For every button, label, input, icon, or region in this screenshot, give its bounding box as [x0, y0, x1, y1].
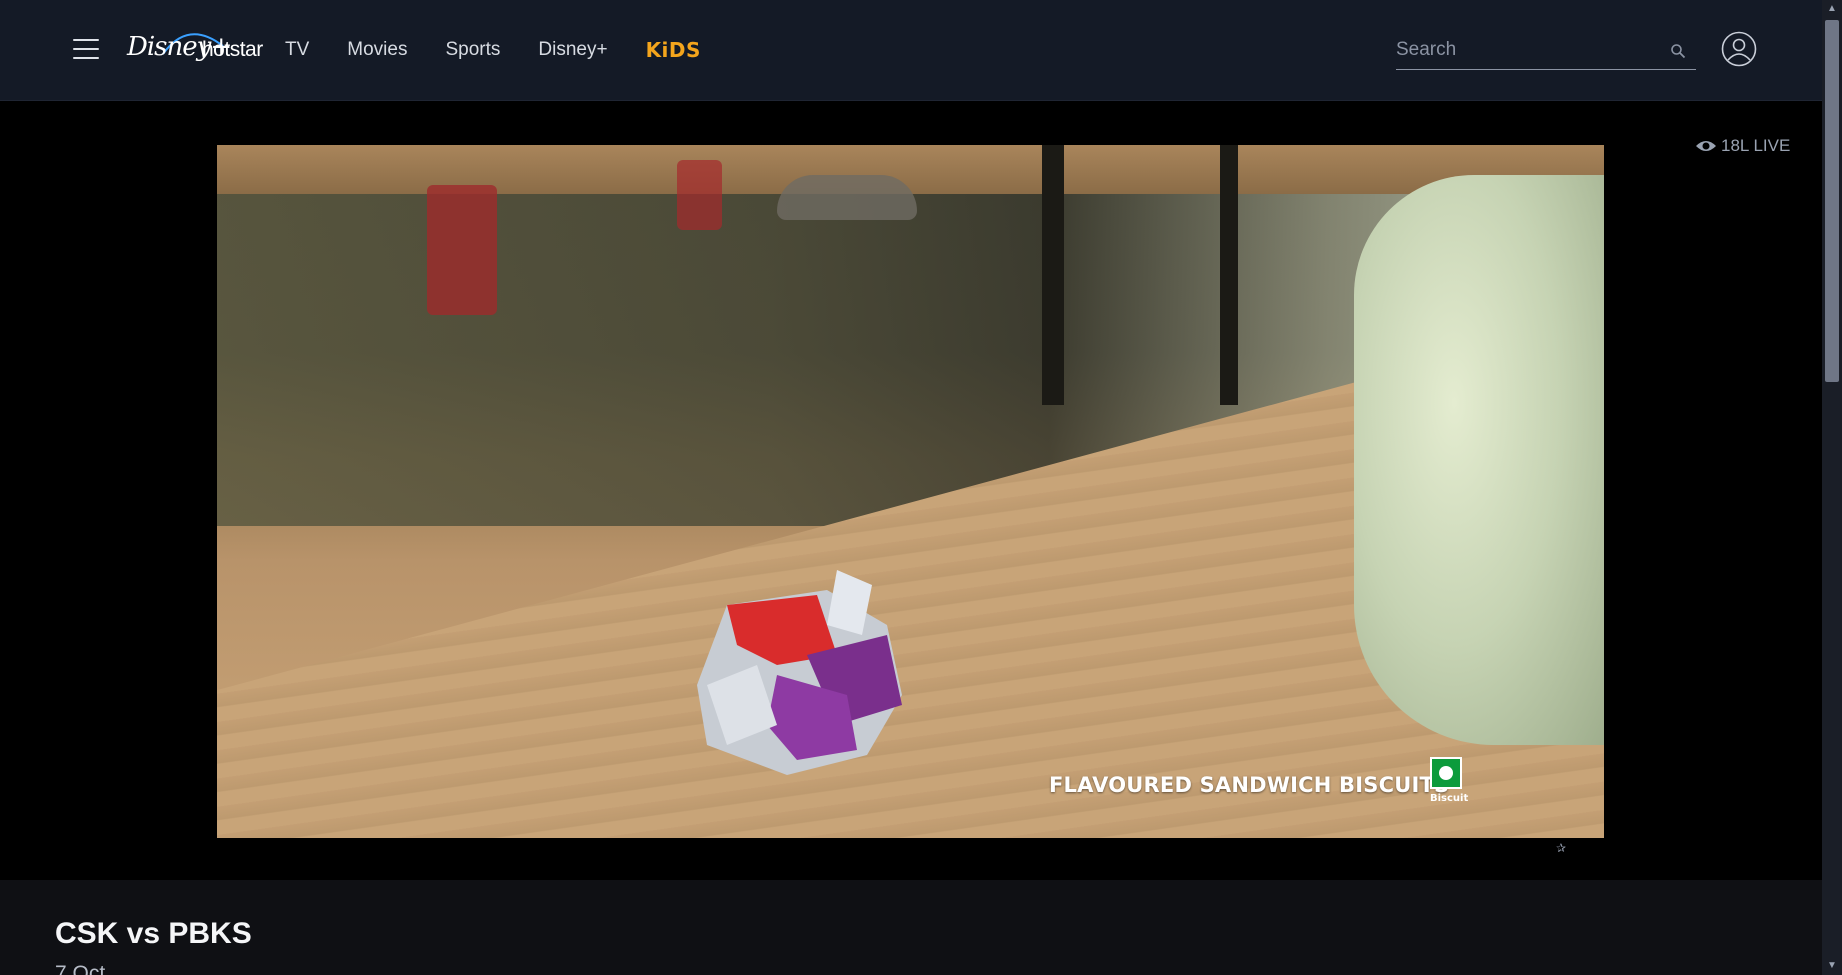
main-nav: TV Movies Sports Disney+ KiDS — [285, 38, 739, 62]
video-shelf — [217, 145, 1604, 194]
page: Disney+ hotstar TV Movies Sports Disney+… — [0, 0, 1842, 975]
match-date: 7 Oct — [55, 962, 106, 975]
veg-mark-icon — [1430, 757, 1462, 789]
scroll-down-arrow-icon[interactable]: ▼ — [1822, 957, 1842, 975]
top-navbar: Disney+ hotstar TV Movies Sports Disney+… — [0, 0, 1822, 101]
logo-hotstar-text: hotstar — [202, 38, 263, 61]
search-box — [1396, 35, 1696, 70]
search-input[interactable] — [1396, 35, 1656, 65]
live-viewers-count: 18L LIVE — [1721, 136, 1791, 155]
video-red-cup-small — [677, 160, 722, 230]
video-red-cup — [427, 185, 497, 315]
hamburger-menu-icon[interactable] — [73, 39, 99, 59]
nav-sports[interactable]: Sports — [445, 38, 500, 62]
video-table-leg — [1042, 145, 1064, 405]
nav-disney-plus[interactable]: Disney+ — [538, 38, 607, 62]
nav-movies[interactable]: Movies — [347, 38, 407, 62]
nav-tv[interactable]: TV — [285, 38, 309, 62]
video-frame[interactable]: FLAVOURED SANDWICH BISCUITS Biscuit — [217, 145, 1604, 838]
scroll-up-arrow-icon[interactable]: ▲ — [1822, 0, 1842, 18]
veg-label: Biscuit — [1430, 793, 1469, 804]
match-title: CSK vs PBKS — [55, 917, 252, 950]
video-player[interactable]: FLAVOURED SANDWICH BISCUITS Biscuit 18L … — [0, 101, 1822, 880]
ad-caption: FLAVOURED SANDWICH BISCUITS — [1049, 773, 1450, 797]
nav-kids[interactable]: KiDS — [646, 38, 701, 62]
settings-icon[interactable]: ✰ — [1556, 841, 1570, 855]
video-shoe — [777, 175, 917, 220]
video-cloth — [1354, 175, 1604, 745]
video-table-leg — [1220, 145, 1238, 405]
scrollbar-thumb[interactable] — [1825, 20, 1839, 382]
page-scrollbar[interactable]: ▲ ▼ — [1822, 0, 1842, 975]
eye-icon — [1696, 141, 1716, 151]
video-crumpled-wrapper — [697, 570, 902, 775]
match-info: CSK vs PBKS 7 Oct — [0, 880, 1822, 975]
disney-hotstar-logo[interactable]: Disney+ hotstar — [125, 20, 265, 72]
user-profile-icon[interactable] — [1721, 31, 1757, 67]
live-viewers-badge: 18L LIVE — [1695, 136, 1790, 156]
search-icon[interactable] — [1670, 43, 1686, 59]
